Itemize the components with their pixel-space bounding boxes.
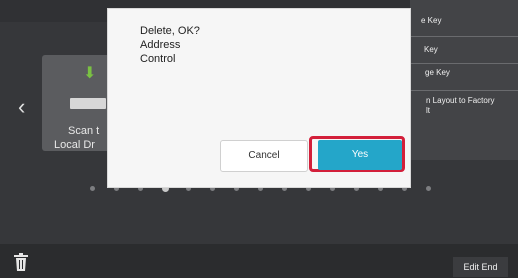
tile-label-line2: Local Dr (54, 139, 95, 151)
previous-page-arrow-icon[interactable]: ‹ (18, 96, 25, 118)
trash-icon[interactable] (13, 252, 29, 272)
dialog-message-line1: Delete, OK? (140, 25, 200, 37)
dialog-message: Delete, OK? Address Control (140, 24, 200, 66)
dialog-message-line2: Address (140, 39, 181, 51)
dialog-message-line3: Control (140, 53, 176, 65)
delete-confirmation-dialog: Delete, OK? Address Control Cancel Yes (108, 9, 410, 187)
menu-item-4[interactable]: n Layout to Factory (426, 96, 518, 106)
page-dot[interactable] (426, 186, 431, 191)
side-menu: e Key Key ge Key n Layout to Factory lt (410, 0, 518, 160)
edit-end-button[interactable]: Edit End (453, 257, 508, 277)
menu-divider (410, 90, 518, 91)
menu-item-3[interactable]: ge Key (425, 68, 518, 78)
menu-divider (410, 63, 518, 64)
tile-label-line1: Scan t (68, 125, 100, 137)
bottom-bar (0, 244, 518, 278)
menu-item-1[interactable]: e Key (421, 16, 518, 26)
drive-icon (70, 98, 106, 109)
menu-divider (410, 36, 518, 37)
menu-item-2[interactable]: Key (424, 45, 518, 55)
download-arrow-icon: ⬇ (83, 65, 97, 82)
yes-button[interactable]: Yes (318, 140, 402, 170)
menu-item-4-cont: lt (426, 106, 430, 115)
page-dot[interactable] (90, 186, 95, 191)
cancel-button[interactable]: Cancel (220, 140, 308, 172)
